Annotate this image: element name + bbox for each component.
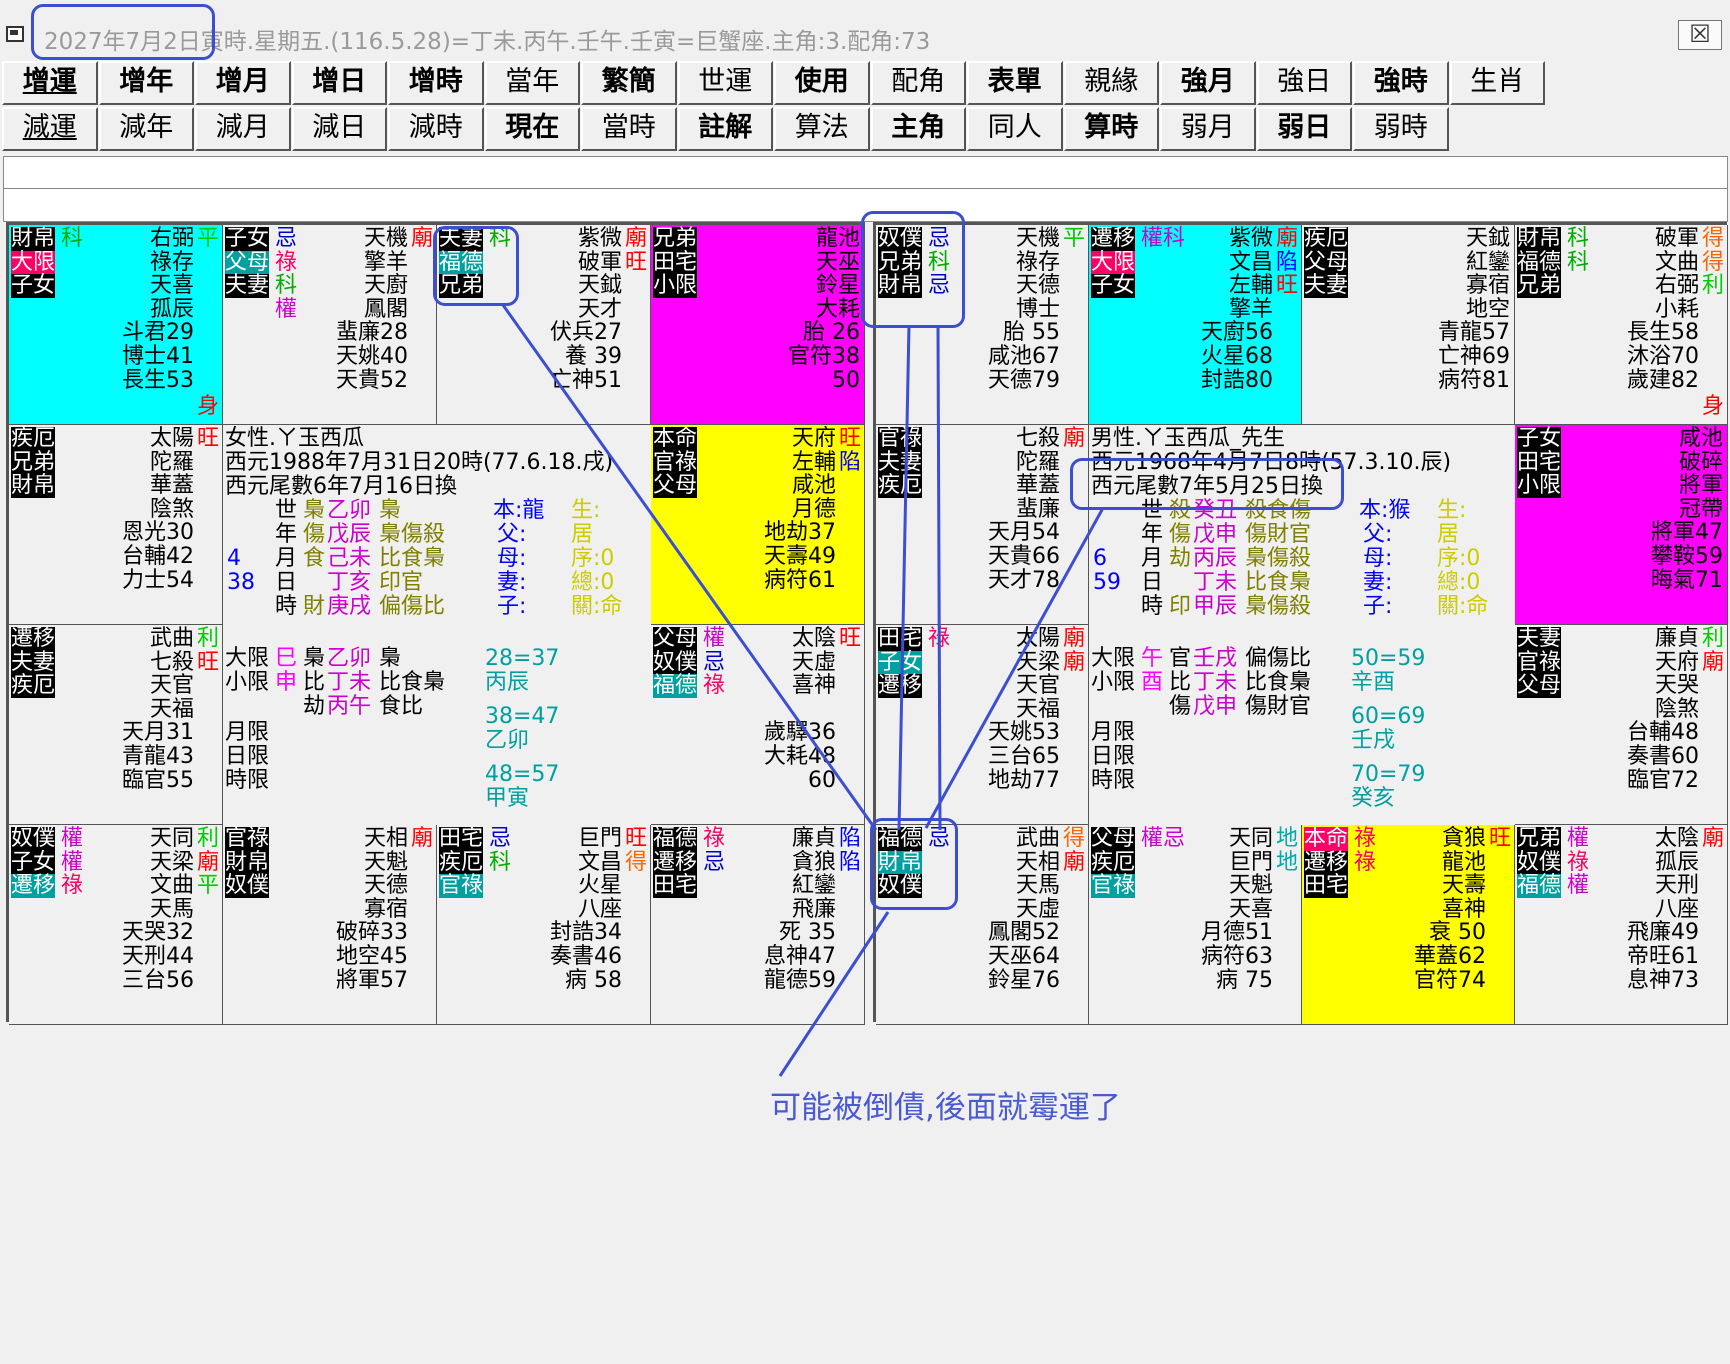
annotation-box-title <box>31 4 215 60</box>
annotation-note: 可能被倒債,後面就霉運了 <box>770 1090 1121 1126</box>
annotation-box-right-date <box>1070 458 1344 510</box>
annotation-lines <box>501 304 1105 1077</box>
annotation-box-left-fude <box>433 226 519 306</box>
annotation-box-right-fude <box>870 818 958 910</box>
annotation-box-right-nupu <box>861 211 965 328</box>
